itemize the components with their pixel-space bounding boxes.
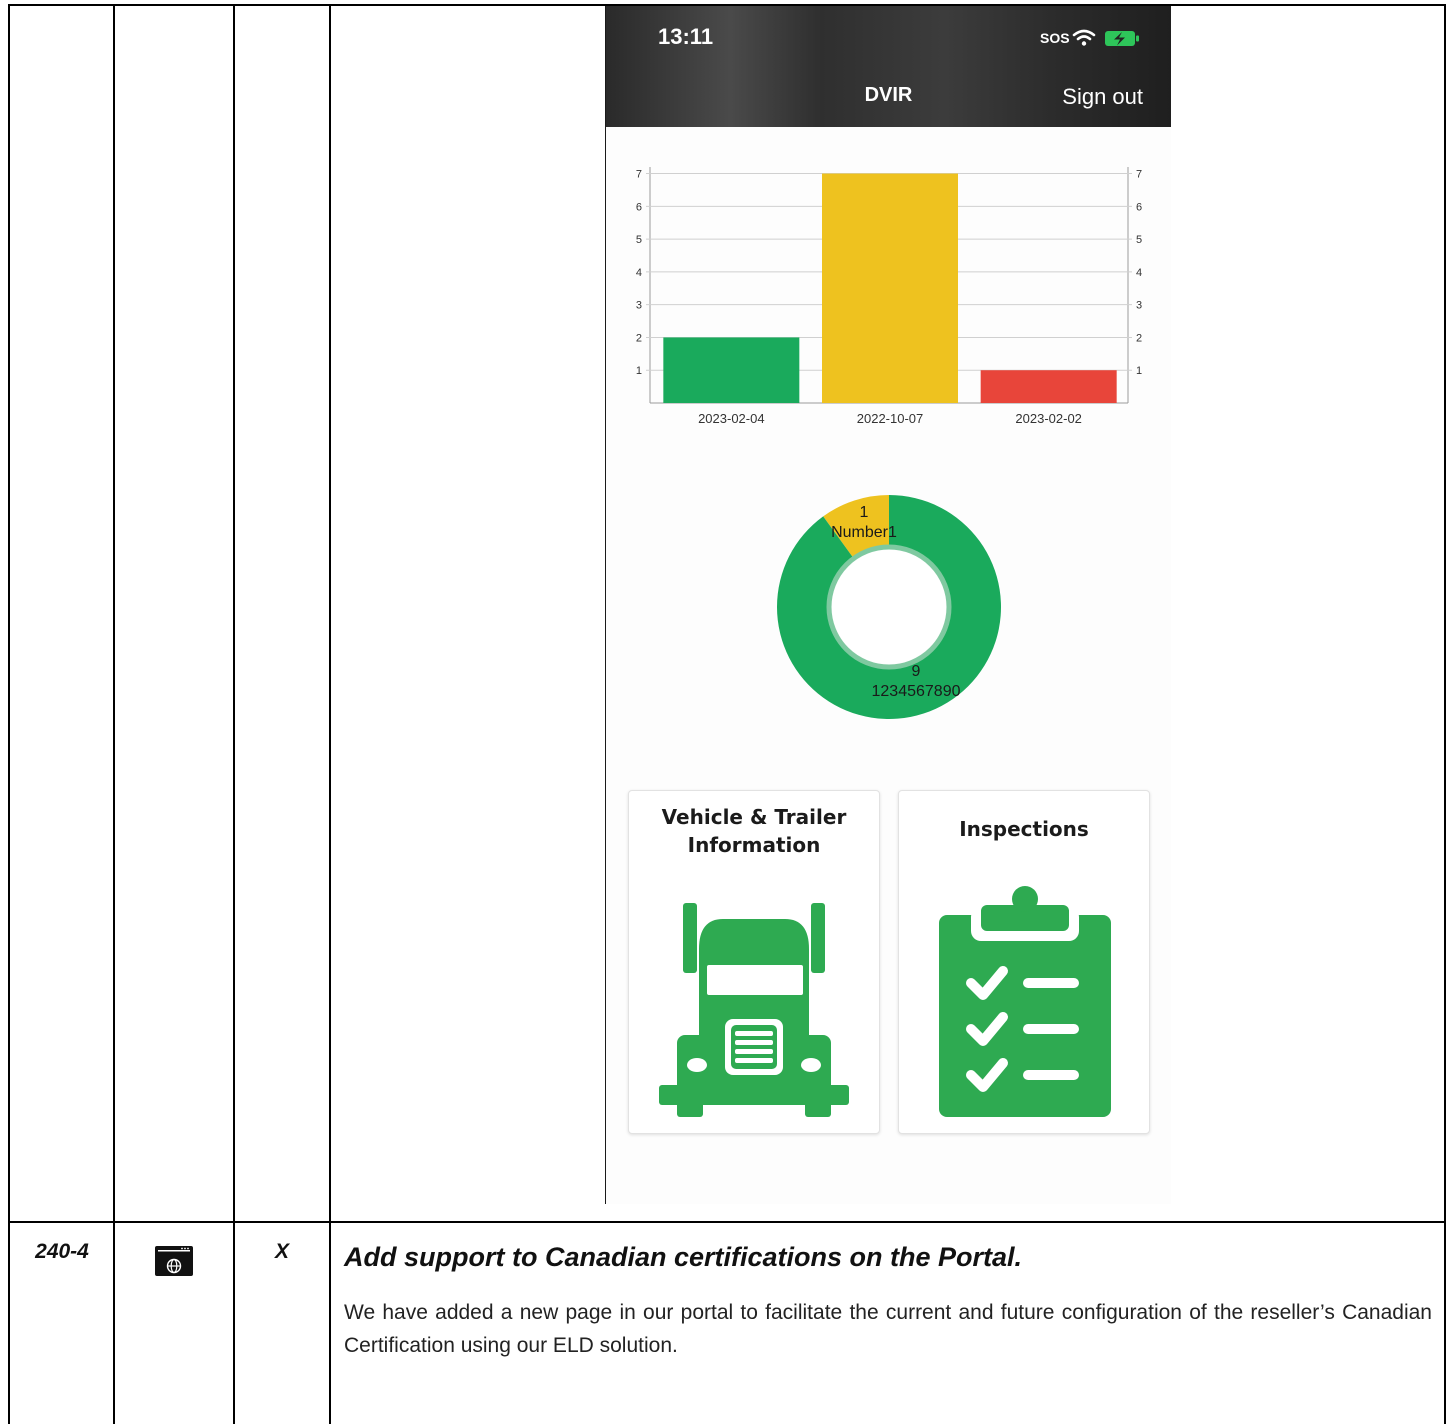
y-tick-label-right: 6 [1136,201,1142,213]
web-portal-icon [154,1244,194,1278]
platform-mark: X [274,1240,289,1263]
app-header: 13:11 SOS DVIR Sign out [606,6,1171,127]
inspections-card[interactable]: Inspections [898,790,1150,1134]
wifi-icon [1072,29,1096,46]
row-divider [8,1221,1446,1223]
donut-large-value: 9 [911,663,921,680]
y-tick-label-right: 1 [1136,365,1142,377]
y-tick-label-right: 7 [1136,169,1142,181]
bar [980,370,1117,403]
donut-large-name: 1234567890 [871,683,961,700]
column-divider-3 [329,4,331,1424]
truck-icon [659,903,849,1117]
column-divider-2 [233,4,235,1424]
vehicle-card-title: Vehicle & Trailer Information [661,805,847,857]
table-right-border [1444,4,1446,1424]
y-tick-label-left: 5 [636,234,642,246]
y-tick-label-right: 5 [1136,234,1142,246]
y-tick-label-left: 7 [636,169,642,181]
y-tick-label-left: 2 [636,332,642,344]
clipboard-checklist-icon [939,886,1111,1117]
column-divider-1 [113,4,115,1424]
bar [822,173,958,403]
y-tick-label-right: 3 [1136,300,1142,312]
donut-hole [832,550,946,664]
y-tick-label-left: 3 [636,300,642,312]
phone-screenshot: 13:11 SOS DVIR Sign out 1 1 2 2 3 3 4 4 5 5 6 6 7 7 20… [605,6,1171,1204]
bar [663,337,800,403]
donut-label-large: 9 1234567890 [861,662,971,702]
status-sos: SOS [1040,30,1070,46]
sign-out-button[interactable]: Sign out [1062,84,1143,110]
vehicle-trailer-card[interactable]: Vehicle & Trailer Information [628,790,880,1134]
inspections-card-title: Inspections [959,817,1089,841]
donut-small-value: 1 [859,504,869,521]
x-tick-label: 2023-02-02 [1015,411,1082,426]
y-tick-label-left: 6 [636,201,642,213]
x-tick-label: 2022-10-07 [857,411,924,426]
bar-chart: 1 1 2 2 3 3 4 4 5 5 6 6 7 7 2023-02-04 2022-10-07 2023-0… [636,167,1142,426]
y-tick-label-right: 2 [1136,332,1142,344]
x-tick-label: 2023-02-04 [698,411,765,426]
y-tick-label-right: 4 [1136,267,1142,279]
status-time: 13:11 [658,24,714,49]
y-tick-label-left: 1 [636,365,642,377]
version-number: 240-4 [35,1240,89,1263]
y-tick-label-left: 4 [636,267,642,279]
donut-small-name: Number1 [831,524,897,541]
status-icons [1072,26,1144,57]
item-description: We have added a new page in our portal t… [344,1301,1432,1357]
item-title: Add support to Canadian certifications o… [344,1242,1023,1272]
battery-charging-icon [1105,31,1139,46]
table-left-border [8,4,10,1424]
donut-label-small: 1 Number1 [823,503,905,543]
